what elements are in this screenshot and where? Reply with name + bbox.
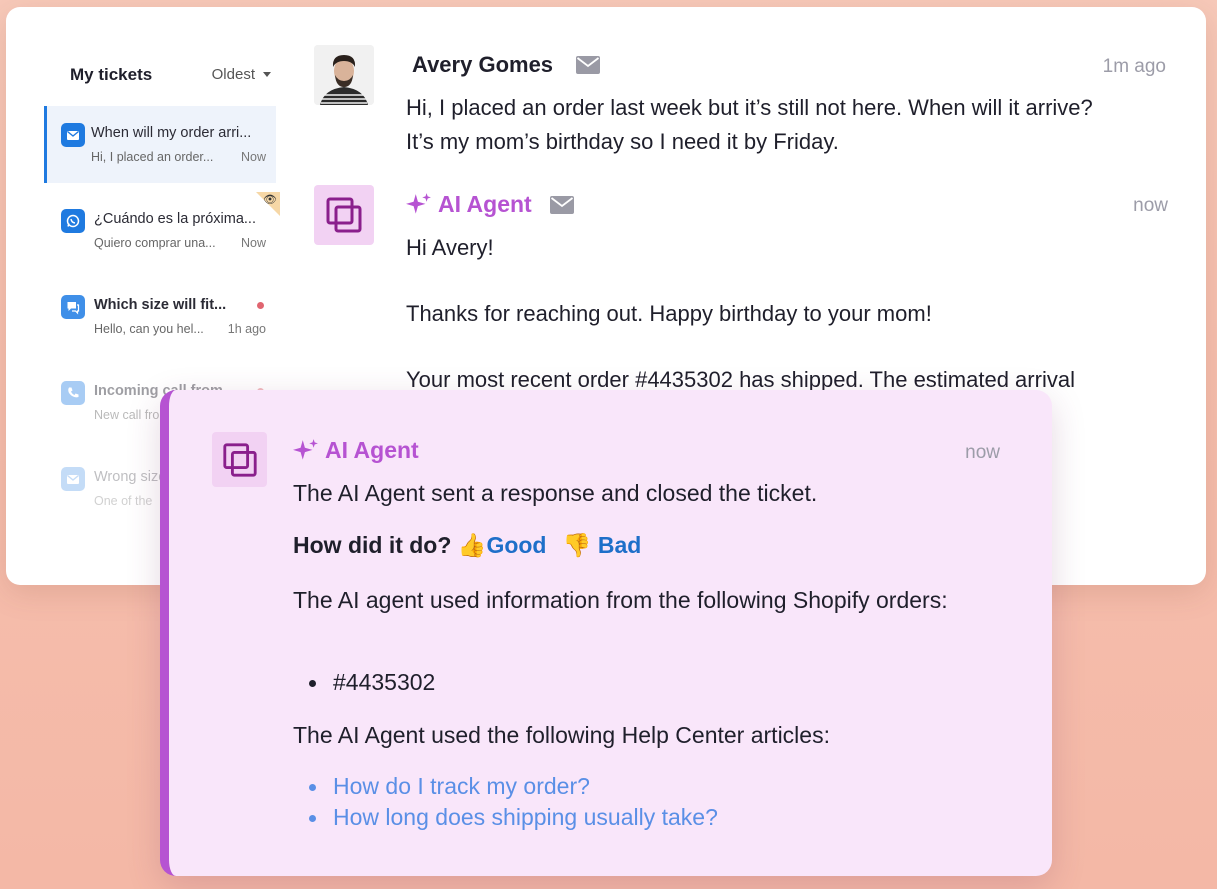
ticket-item[interactable]: Which size will fit... Hello, can you he… — [44, 278, 276, 355]
sidebar-header: My tickets Oldest — [70, 65, 279, 87]
chat-icon — [61, 295, 85, 319]
articles-text: The AI Agent used the following Help Cen… — [293, 722, 830, 748]
ticket-preview: One of the — [94, 494, 153, 508]
sidebar-title: My tickets — [70, 65, 153, 84]
unread-indicator — [257, 302, 264, 309]
order-item: #4435302 — [293, 667, 435, 698]
rate-good-button[interactable]: 👍Good — [458, 532, 547, 558]
ai-agent-avatar — [314, 185, 374, 245]
customer-message-line: Hi, I placed an order last week but it’s… — [406, 95, 1093, 120]
sparkle-icon — [406, 192, 431, 214]
rating-row: How did it do? 👍Good 👎 Bad — [293, 530, 641, 560]
ai-agent-logo-icon — [326, 197, 362, 233]
ticket-subject: Wrong size — [94, 469, 167, 485]
caret-down-icon — [263, 72, 271, 77]
article-link: How long does shipping usually take? — [293, 802, 718, 833]
customer-avatar — [314, 45, 374, 105]
thumbs-down-icon: 👎 — [562, 532, 592, 558]
ai-agent-logo-icon — [222, 442, 257, 477]
thumbs-up-icon: 👍 — [457, 532, 487, 558]
ticket-item[interactable]: 👁 ¿Cuándo es la próxima... Quiero compra… — [44, 192, 280, 269]
ai-agent-name-label: AI Agent — [325, 437, 419, 463]
ticket-preview: Hello, can you hel... — [94, 322, 204, 336]
sort-label: Oldest — [211, 66, 255, 83]
ticket-time: 1h ago — [227, 322, 266, 336]
orders-list: #4435302 — [293, 667, 435, 698]
ai-agent-name: AI Agent — [293, 437, 419, 464]
ticket-preview: Hi, I placed an order... — [91, 150, 214, 164]
eye-icon: 👁 — [263, 194, 277, 206]
status-text: The AI Agent sent a response and closed … — [293, 480, 818, 506]
message-time: now — [965, 442, 1000, 463]
ticket-subject: ¿Cuándo es la próxima... — [94, 211, 256, 227]
ticket-subject: Which size will fit... — [94, 297, 227, 313]
ticket-subject: When will my order arri... — [91, 125, 252, 141]
ticket-preview: Quiero comprar una... — [94, 236, 216, 250]
article-link: How do I track my order? — [293, 771, 718, 802]
ai-agent-name: AI Agent — [406, 191, 532, 218]
ticket-time: Now — [240, 236, 266, 250]
sparkle-icon — [293, 438, 318, 460]
whatsapp-icon — [61, 209, 85, 233]
article-link-text[interactable]: How do I track my order? — [333, 773, 590, 799]
article-link-text[interactable]: How long does shipping usually take? — [333, 804, 718, 830]
rate-bad-button[interactable]: 👎 Bad — [563, 532, 641, 558]
ticket-time: Now — [240, 150, 266, 164]
phone-icon — [61, 381, 85, 405]
rate-bad-label: Bad — [597, 532, 642, 558]
customer-message-line: It’s my mom’s birthday so I need it by F… — [406, 129, 839, 154]
articles-list: How do I track my order? How long does s… — [293, 771, 718, 833]
ticket-item[interactable]: When will my order arri... Hi, I placed … — [44, 106, 276, 183]
customer-name: Avery Gomes — [412, 52, 554, 77]
message-time: 1m ago — [1102, 56, 1166, 77]
rate-good-label: Good — [486, 532, 547, 558]
message-time: now — [1133, 195, 1168, 216]
ticket-preview: New call fro... — [94, 408, 170, 422]
ai-agent-name-label: AI Agent — [438, 191, 532, 217]
agent-message-line: Thanks for reaching out. Happy birthday … — [406, 301, 932, 326]
shopify-orders-text: The AI agent used information from the f… — [293, 587, 948, 613]
agent-message-line: Hi Avery! — [406, 235, 494, 260]
rating-question: How did it do? — [293, 532, 452, 558]
ai-agent-summary-card: AI Agent now The AI Agent sent a respons… — [160, 390, 1052, 876]
email-icon — [61, 123, 85, 147]
mail-icon — [550, 196, 574, 214]
sort-dropdown[interactable]: Oldest — [212, 66, 271, 83]
mail-icon — [576, 56, 600, 74]
ai-agent-avatar — [212, 432, 267, 487]
email-icon — [61, 467, 85, 491]
